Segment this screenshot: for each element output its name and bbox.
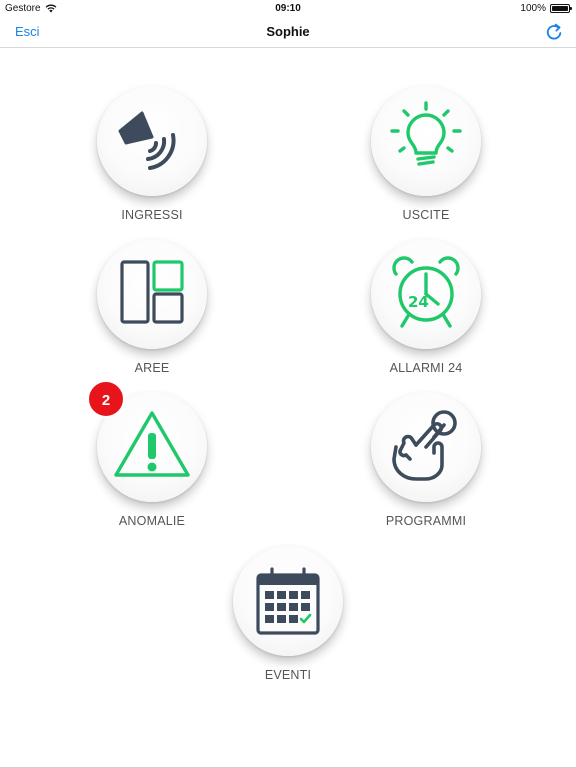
anomalie-button[interactable]: 2: [87, 380, 207, 502]
allarmi-24-button[interactable]: 24: [371, 239, 481, 349]
anomalies-count-badge: 2: [87, 380, 125, 418]
programmi-button[interactable]: [371, 392, 481, 502]
tile-label: EVENTI: [264, 668, 312, 682]
eventi-button[interactable]: [233, 546, 343, 656]
battery-percent: 100%: [520, 3, 546, 14]
tile-label: PROGRAMMI: [385, 514, 467, 528]
calendar-icon: [256, 567, 320, 635]
areas-grid-icon: [120, 260, 184, 324]
navigation-bar: Esci Sophie: [0, 18, 576, 48]
refresh-icon[interactable]: [544, 22, 564, 42]
tile-aree[interactable]: AREE: [72, 239, 232, 375]
tile-eventi[interactable]: EVENTI: [208, 546, 368, 682]
uscite-button[interactable]: [371, 86, 481, 196]
svg-text:24: 24: [408, 293, 429, 311]
tile-label: USCITE: [402, 208, 450, 222]
tile-uscite[interactable]: USCITE: [346, 86, 506, 222]
status-time: 09:10: [275, 3, 301, 14]
warning-triangle-icon: [114, 411, 190, 477]
lightbulb-icon: [390, 101, 462, 166]
tile-label: ANOMALIE: [118, 514, 186, 528]
tile-label: INGRESSI: [121, 208, 183, 222]
tile-label: AREE: [134, 361, 170, 375]
hand-touch-icon: [392, 410, 457, 481]
page-title: Sophie: [266, 24, 310, 39]
aree-button[interactable]: [97, 239, 207, 349]
tile-programmi[interactable]: PROGRAMMI: [346, 392, 506, 528]
app-screen: Gestore 09:10 100% Esci Sophie INGRESSI …: [0, 0, 576, 768]
tile-ingressi[interactable]: INGRESSI: [72, 86, 232, 222]
status-battery-group: 100%: [520, 3, 572, 14]
speaker-sound-icon: [118, 111, 176, 170]
tile-anomalie[interactable]: 2 ANOMALIE: [72, 380, 232, 528]
ingressi-button[interactable]: [97, 86, 207, 196]
alarm-clock-24-icon: 24: [392, 256, 460, 328]
tile-allarmi-24[interactable]: 24 ALLARMI 24: [346, 239, 506, 375]
status-bar: Gestore 09:10 100%: [0, 0, 576, 18]
battery-fill: [552, 6, 568, 11]
battery-icon: [550, 4, 572, 13]
tile-label: ALLARMI 24: [389, 361, 463, 375]
